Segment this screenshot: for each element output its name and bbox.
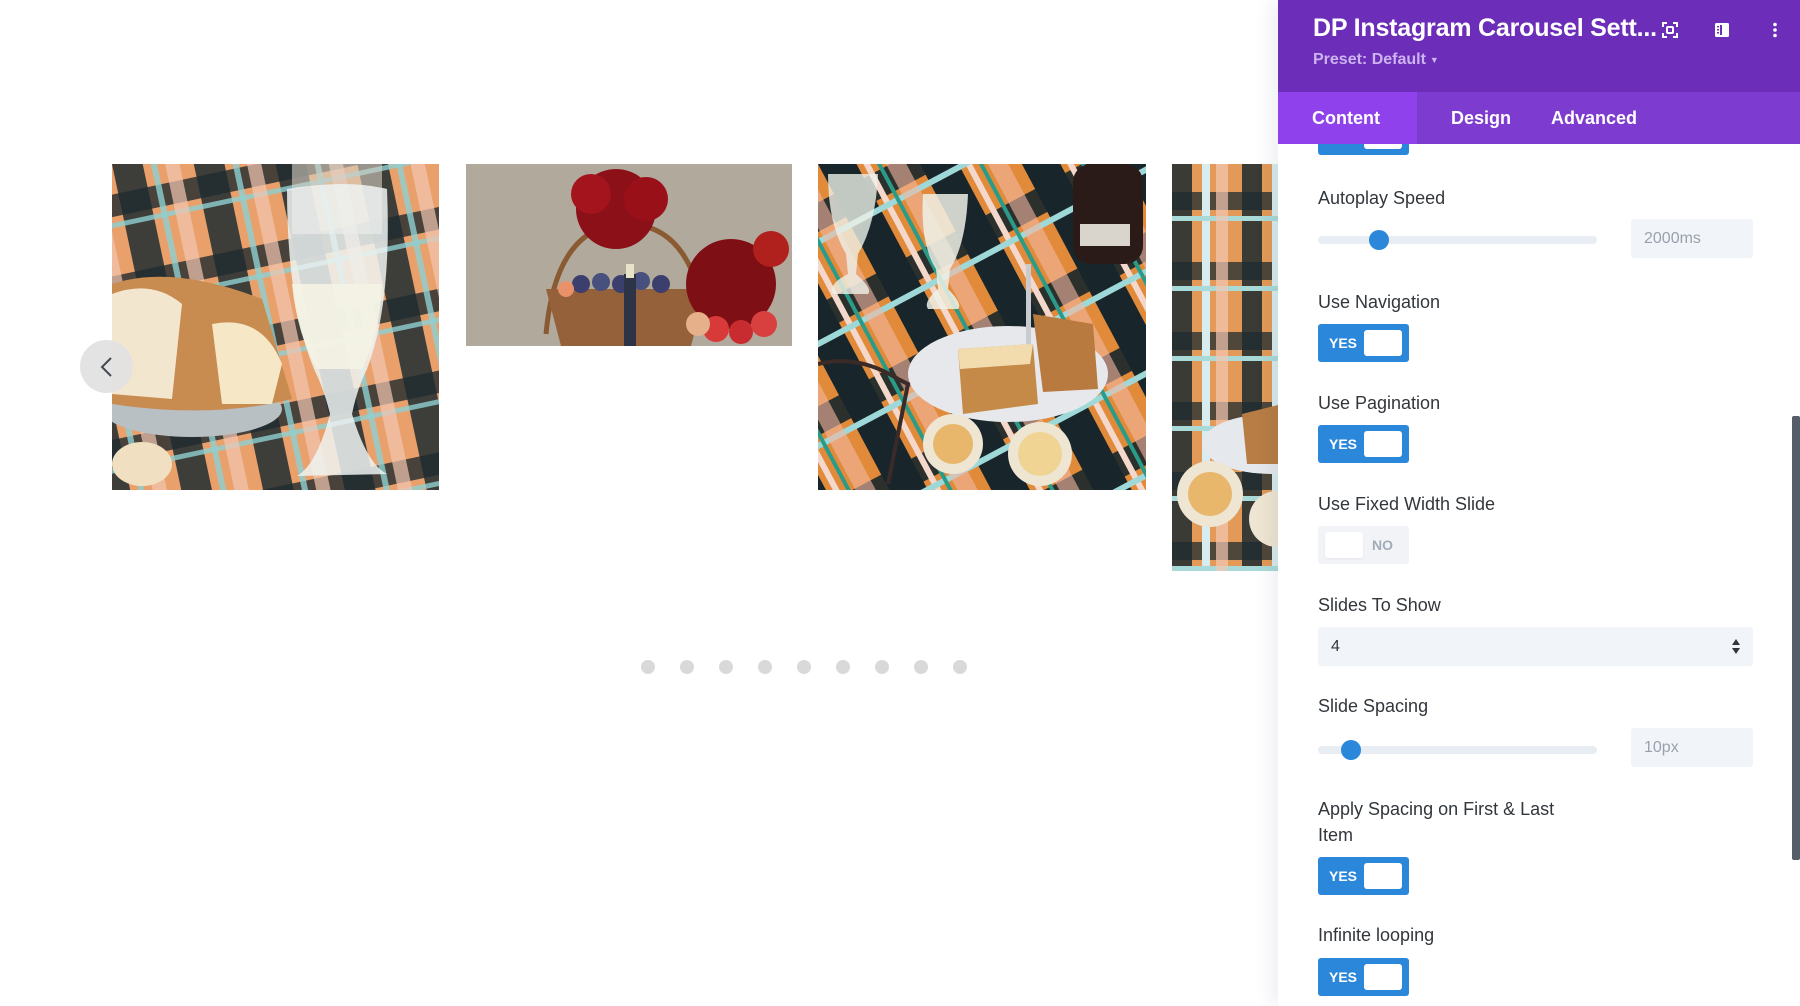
preset-label: Preset: Default [1313, 51, 1426, 68]
preset-dropdown[interactable]: Preset: Default ▼ [1313, 51, 1439, 69]
tab-advanced[interactable]: Advanced [1551, 92, 1637, 144]
apply-spacing-first-last-toggle[interactable]: YES [1318, 857, 1409, 895]
settings-content: Autoplay Speed Use Navigation YES Use Pa… [1278, 144, 1800, 1006]
pagination-dot-2[interactable] [680, 660, 694, 674]
toggle-knob [1364, 431, 1402, 457]
infinite-looping-toggle[interactable]: YES [1318, 958, 1409, 996]
carousel-pagination [641, 660, 967, 674]
more-vertical-icon [1773, 22, 1777, 38]
toggle-state: YES [1329, 868, 1358, 884]
panel-scrollbar[interactable] [1792, 416, 1800, 860]
toggle-state: YES [1329, 436, 1358, 452]
slider-thumb[interactable] [1369, 230, 1390, 250]
slide-spacing-label: Slide Spacing [1318, 696, 1429, 716]
use-pagination-toggle[interactable]: YES [1318, 425, 1409, 463]
use-fixed-width-slide-label: Use Fixed Width Slide [1318, 494, 1496, 514]
toggle-knob [1364, 863, 1402, 889]
toggle-partial-autoplay[interactable] [1318, 144, 1409, 155]
autoplay-speed-slider[interactable] [1318, 230, 1597, 250]
panel-title: DP Instagram Carousel Sett... [1313, 14, 1657, 42]
carousel-prev-button[interactable] [80, 340, 133, 393]
carousel-slide[interactable] [466, 164, 792, 346]
carousel-preview [0, 0, 1278, 1006]
pagination-dot-1[interactable] [641, 660, 655, 674]
pagination-dot-9[interactable] [953, 660, 967, 674]
expand-icon [1662, 22, 1678, 38]
slide-spacing-slider[interactable] [1318, 740, 1597, 760]
panel-tabs: Content Design Advanced [1278, 92, 1800, 144]
autoplay-speed-label: Autoplay Speed [1318, 188, 1446, 208]
layout-sidebar-icon [1715, 23, 1729, 37]
toggle-state: YES [1329, 335, 1358, 351]
carousel-slide[interactable] [112, 164, 439, 490]
use-navigation-label: Use Navigation [1318, 292, 1441, 312]
use-navigation-toggle[interactable]: YES [1318, 324, 1409, 362]
settings-panel: DP Instagram Carousel Sett... Preset: De… [1278, 0, 1800, 1006]
tab-design[interactable]: Design [1417, 92, 1551, 144]
tab-content[interactable]: Content [1278, 92, 1417, 144]
pagination-dot-6[interactable] [836, 660, 850, 674]
toggle-knob [1364, 964, 1402, 990]
toggle-state: YES [1329, 969, 1358, 985]
slide-image [112, 164, 439, 490]
use-pagination-label: Use Pagination [1318, 393, 1441, 413]
slide-image [818, 164, 1146, 490]
panel-header: DP Instagram Carousel Sett... Preset: De… [1278, 0, 1800, 92]
chevron-left-icon [100, 356, 112, 377]
apply-spacing-label-line1: Apply Spacing on First & Last [1318, 799, 1555, 819]
slide-spacing-input[interactable] [1631, 728, 1753, 767]
toggle-knob [1325, 532, 1363, 558]
slides-to-show-select[interactable]: 4 [1318, 627, 1753, 666]
select-value: 4 [1331, 638, 1340, 655]
caret-down-icon: ▼ [1429, 54, 1439, 65]
pagination-dot-4[interactable] [758, 660, 772, 674]
use-fixed-width-slide-toggle[interactable]: NO [1318, 526, 1409, 564]
infinite-looping-label: Infinite looping [1318, 925, 1435, 945]
pagination-dot-7[interactable] [875, 660, 889, 674]
select-updown-icon [1732, 639, 1740, 654]
autoplay-speed-input[interactable] [1631, 219, 1753, 258]
page: DP Instagram Carousel Sett... Preset: De… [0, 0, 1800, 1006]
expand-button[interactable] [1658, 18, 1682, 42]
pagination-dot-3[interactable] [719, 660, 733, 674]
slide-image [466, 164, 792, 346]
pagination-dot-5[interactable] [797, 660, 811, 674]
pagination-dot-8[interactable] [914, 660, 928, 674]
slide-image [1172, 164, 1278, 571]
apply-spacing-label-line2: Item [1318, 825, 1354, 845]
more-options-button[interactable] [1763, 18, 1787, 42]
toggle-knob [1364, 144, 1402, 149]
toggle-knob [1364, 330, 1402, 356]
carousel-slide[interactable] [818, 164, 1146, 490]
toggle-state: NO [1372, 537, 1393, 553]
layout-toggle-button[interactable] [1710, 18, 1734, 42]
slides-to-show-label: Slides To Show [1318, 595, 1441, 615]
slider-thumb[interactable] [1341, 740, 1362, 760]
carousel-slide[interactable] [1172, 164, 1278, 571]
